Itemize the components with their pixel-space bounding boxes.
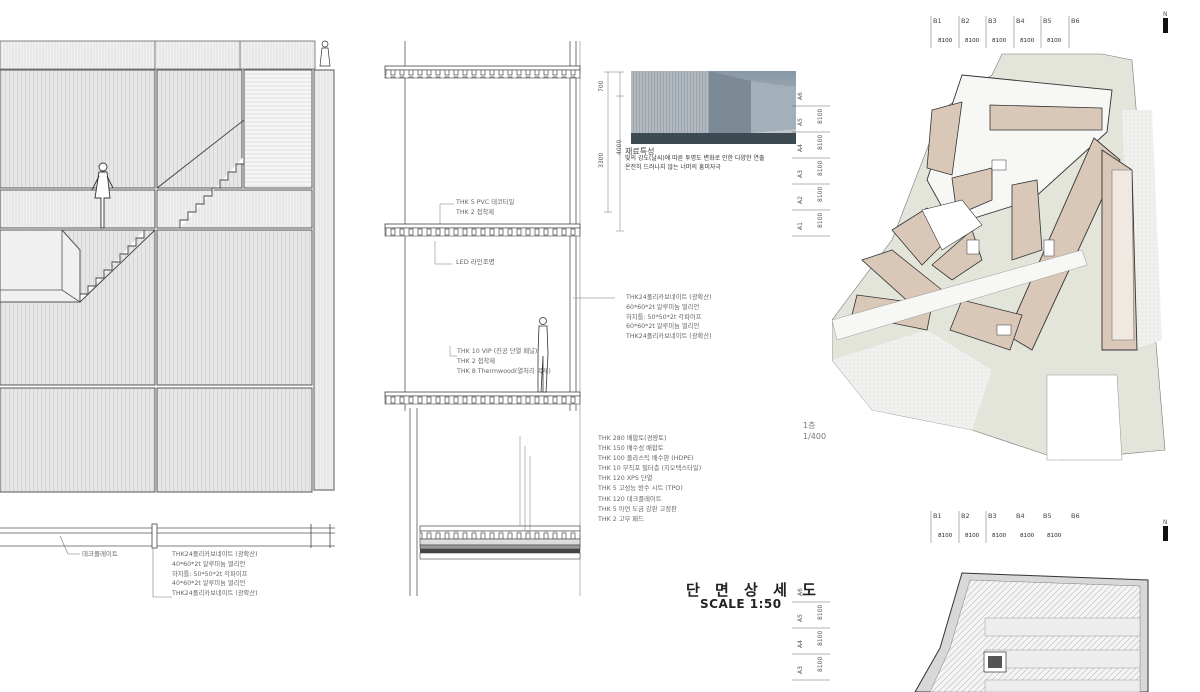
top-row-dim-4: 8100 xyxy=(817,186,824,202)
bottom-row-dim-1: 8100 xyxy=(817,604,824,620)
top-row-dim-1: 8100 xyxy=(817,108,824,124)
top-floor-plan xyxy=(832,53,1166,461)
wall-labels: THK24폴리카보네이트 (광확산) 60*60*2t 알루미늄 멀리언 하지틀… xyxy=(626,293,712,342)
roof-label-1: THK 280 배합토(경량토) xyxy=(598,435,667,442)
led-label: LED 라인조명 xyxy=(456,258,495,266)
material-photo xyxy=(631,71,796,144)
left-label-1: THK24폴리카보네이트 (광확산) xyxy=(172,551,258,558)
roof-label-6: THK 5 고성능 방수 시트 (TPO) xyxy=(598,485,683,493)
roof-label-7: THK 120 데크플레이트 xyxy=(598,495,662,503)
wall-label-4: 60*60*2t 알루미늄 멀리언 xyxy=(626,323,700,331)
roof-label-8: THK 5 아연 도금 강판 고정판 xyxy=(598,505,677,513)
floor-labels: THK 10 VIP (진공 단열 패널) THK 2 접착제 THK 8 Th… xyxy=(457,347,551,376)
left-label-4: 40*60*2t 알루미늄 멀리언 xyxy=(172,580,246,588)
upper-label-2: THK 2 접착제 xyxy=(456,208,495,216)
floor-label-1: THK 10 VIP (진공 단열 패널) xyxy=(457,348,538,355)
bottom-row-dim-2: 8100 xyxy=(817,630,824,646)
top-north-label: N xyxy=(1163,11,1168,18)
top-row-a2: A2 xyxy=(797,196,804,204)
left-section-drawing xyxy=(0,40,335,598)
bottom-floor-plan xyxy=(914,572,1149,692)
bottom-north-label: N xyxy=(1163,519,1168,526)
roof-label-2: THK 150 배수성 배합토 xyxy=(598,445,664,453)
material-desc: 빛의 강도(날씨)에 따른 투명도 변화로 인한 다양한 연출 온전히 드러나지… xyxy=(625,155,764,172)
top-row-dim-2: 8100 xyxy=(817,134,824,150)
material-desc-line-2: 온전히 드러나지 않는 너머의 흥미자극 xyxy=(625,163,721,171)
bottom-row-a6: A6 xyxy=(797,588,804,596)
bottom-row-a5: A5 xyxy=(797,614,804,622)
left-label-3: 하지틀: 50*50*2t 각파이프 xyxy=(172,570,248,578)
floor-label: 1층 xyxy=(803,421,816,430)
wall-label-2: 60*60*2t 알루미늄 멀리언 xyxy=(626,303,700,311)
floor-label-2: THK 2 접착제 xyxy=(457,357,496,365)
wall-label-5: THK24폴리카보네이트 (광확산) xyxy=(626,333,712,341)
top-plan-col-gridlines xyxy=(930,16,1070,48)
top-north-arrow-icon xyxy=(1163,18,1168,33)
floor-label-3: THK 8 Thermwood(열처리 목재) xyxy=(457,367,551,375)
top-row-a5: A5 xyxy=(797,118,804,126)
left-label-2: 40*60*2t 알루미늄 멀리언 xyxy=(172,560,246,568)
dim-4000: 4000 xyxy=(616,139,623,155)
roof-label-3: THK 100 플라스틱 배수판 (HDPE) xyxy=(598,455,694,463)
bottom-north-arrow-icon xyxy=(1163,526,1168,541)
bottom-row-dim-3: 8100 xyxy=(817,656,824,672)
roof-label-5: THK 120 XPS 단열 xyxy=(598,475,653,483)
top-row-a1: A1 xyxy=(797,222,804,230)
dim-3300: 3300 xyxy=(598,152,605,168)
wall-label-1: THK24폴리카보네이트 (광확산) xyxy=(626,294,712,301)
top-row-dim-3: 8100 xyxy=(817,160,824,176)
upper-floor-labels: THK 5 PVC 데코타일 THK 2 접착제 xyxy=(456,198,514,218)
roof-label-9: THK 2 고무 패드 xyxy=(598,515,644,523)
bottom-plan-row-gridlines xyxy=(792,601,830,681)
wall-label-3: 하지틀: 50*50*2t 각파이프 xyxy=(626,313,702,321)
top-row-a4: A4 xyxy=(797,144,804,152)
bottom-plan-col-gridlines xyxy=(930,511,987,543)
bottom-row-a3: A3 xyxy=(797,666,804,674)
left-label-5: THK24폴리카보네이트 (광확산) xyxy=(172,590,258,598)
top-row-dim-5: 8100 xyxy=(817,212,824,228)
bottom-row-a4: A4 xyxy=(797,640,804,648)
plan-scale: 1/400 xyxy=(803,432,827,441)
material-desc-line-1: 빛의 강도(날씨)에 따른 투명도 변화로 인한 다양한 연출 xyxy=(625,155,765,162)
left-material-labels: THK24폴리카보네이트 (광확산) 40*60*2t 알루미늄 멀리언 하지틀… xyxy=(172,550,258,599)
section-scale: SCALE 1:50 xyxy=(700,597,782,611)
dim-700: 700 xyxy=(598,80,605,92)
roof-label-4: THK 10 부직포 필터층 (지오텍스타일) xyxy=(598,465,702,473)
top-row-a3: A3 xyxy=(797,170,804,178)
top-row-a6: A6 xyxy=(797,92,804,100)
deck-plate-label: 데크플레이트 xyxy=(82,550,118,558)
roof-labels: THK 280 배합토(경량토) THK 150 배수성 배합토 THK 100… xyxy=(598,434,701,525)
upper-label-1: THK 5 PVC 데코타일 xyxy=(456,199,515,206)
